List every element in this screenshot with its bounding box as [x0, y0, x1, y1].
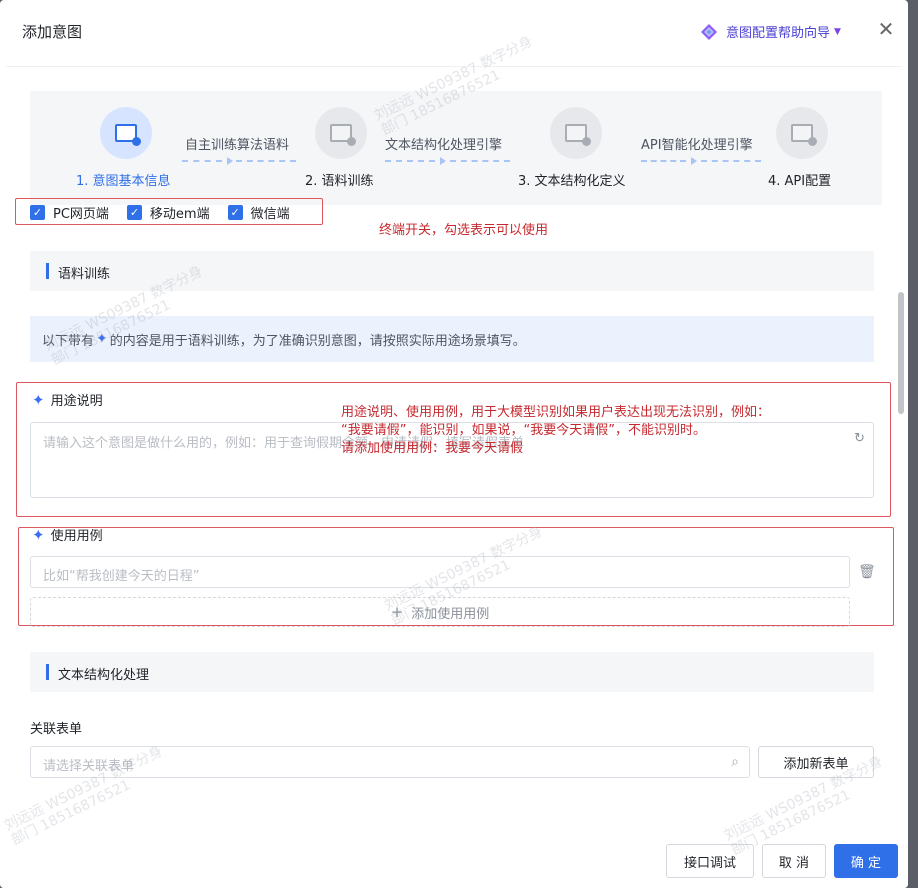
section-bar — [46, 664, 49, 680]
notice-prefix: 以下带有 — [42, 333, 95, 349]
checkbox-mobile-label: 移动em端 — [149, 207, 210, 222]
sparkle-icon: ✦ — [32, 525, 45, 544]
usage-label: ✦ 用途说明 — [32, 390, 103, 410]
terminal-checkboxes: ✓ PC网页端 ✓ 移动em端 ✓ 微信端 — [30, 203, 308, 222]
connector-1-label: 自主训练算法语料 — [185, 138, 290, 153]
example-input[interactable]: 比如“帮我创建今天的日程” — [30, 556, 850, 588]
caret-down-icon: ▼ — [834, 26, 841, 37]
form-placeholder: 请选择关联表单 — [43, 759, 135, 774]
section-text-title: 文本结构化处理 — [58, 668, 150, 683]
section-bar — [46, 263, 49, 279]
step-1-icon — [100, 107, 152, 159]
section-corpus-title: 语料训练 — [58, 267, 111, 282]
annotation-usage-line1: 用途说明、使用用例，用于大模型识别如果用户表达出现无法识别，例如： — [341, 405, 771, 420]
dialog-footer: 接口调试 取 消 确 定 — [0, 834, 908, 888]
connector-3-label: API智能化处理引擎 — [641, 138, 753, 153]
annotation-usage-line2: “我要请假”，能识别，如果说，“我要今天请假”，不能识别时。 — [341, 423, 706, 438]
checkbox-pc[interactable]: ✓ PC网页端 — [30, 203, 109, 222]
form-select[interactable]: 请选择关联表单 ⌕ — [30, 746, 750, 778]
connector-2-line-b — [450, 160, 510, 162]
close-icon[interactable]: ✕ — [876, 19, 896, 39]
refresh-icon[interactable]: ↻ — [854, 431, 865, 446]
help-wizard-link[interactable]: 意图配置帮助向导 ▼ — [700, 22, 841, 41]
connector-2-arrow — [440, 157, 446, 165]
connector-3-arrow — [691, 157, 697, 165]
step-4-icon — [776, 107, 828, 159]
check-icon: ✓ — [227, 205, 243, 220]
check-icon: ✓ — [126, 205, 142, 220]
usage-label-text: 用途说明 — [50, 394, 103, 409]
connector-1-line-b — [236, 160, 296, 162]
api-test-button[interactable]: 接口调试 — [666, 844, 754, 878]
annotation-usage-line3: 请添加使用用例：我要今天请假 — [341, 441, 524, 456]
plus-icon: + — [390, 603, 404, 621]
form-label: 关联表单 — [30, 722, 83, 737]
connector-3-line — [641, 160, 686, 162]
step-1-label[interactable]: 1. 意图基本信息 — [76, 170, 171, 189]
cancel-button[interactable]: 取 消 — [762, 844, 826, 878]
sparkle-icon: ✦ — [96, 331, 108, 347]
add-example-button[interactable]: + 添加使用用例 — [30, 597, 850, 627]
checkbox-mobile[interactable]: ✓ 移动em端 — [126, 203, 210, 222]
search-icon: ⌕ — [731, 754, 739, 770]
step-3-label[interactable]: 3. 文本结构化定义 — [518, 170, 626, 189]
example-label-text: 使用用例 — [50, 529, 103, 544]
checkbox-wechat-label: 微信端 — [250, 207, 290, 222]
step-2-label[interactable]: 2. 语料训练 — [305, 170, 374, 189]
sparkle-icon: ✦ — [32, 390, 45, 409]
connector-2-line — [385, 160, 435, 162]
example-label: ✦ 使用用例 — [32, 525, 103, 545]
section-text-header: 文本结构化处理 — [30, 652, 874, 692]
add-form-button[interactable]: 添加新表单 — [758, 746, 874, 778]
add-intent-dialog: 添加意图 意图配置帮助向导 ▼ ✕ 1. 意图基本信息 2. 语料训练 3. 文… — [0, 0, 908, 888]
help-wizard-label: 意图配置帮助向导 — [726, 26, 831, 41]
dialog-title: 添加意图 — [22, 23, 83, 41]
gem-icon — [701, 23, 717, 40]
corpus-notice: 以下带有 ✦ 的内容是用于语料训练，为了准确识别意图，请按照实际用途场景填写。 — [30, 316, 874, 362]
connector-1-arrow — [227, 157, 233, 165]
checkbox-pc-label: PC网页端 — [53, 207, 109, 222]
step-2-icon — [315, 107, 367, 159]
notice-suffix: 的内容是用于语料训练，为了准确识别意图，请按照实际用途场景填写。 — [109, 333, 526, 349]
connector-2-label: 文本结构化处理引擎 — [385, 138, 503, 153]
example-placeholder: 比如“帮我创建今天的日程” — [43, 569, 200, 584]
scrollbar[interactable] — [898, 292, 904, 414]
trash-icon[interactable]: 🗑 — [858, 564, 876, 580]
connector-1-line — [182, 160, 222, 162]
connector-3-line-b — [701, 160, 761, 162]
step-bar: 1. 意图基本信息 2. 语料训练 3. 文本结构化定义 4. API配置 自主… — [30, 91, 882, 205]
checkbox-wechat[interactable]: ✓ 微信端 — [227, 203, 290, 222]
step-3-icon — [550, 107, 602, 159]
confirm-button[interactable]: 确 定 — [834, 844, 898, 878]
annotation-terminal-note: 终端开关，勾选表示可以使用 — [379, 223, 549, 238]
add-example-label: 添加使用用例 — [411, 606, 490, 622]
dialog-header: 添加意图 意图配置帮助向导 ▼ ✕ — [0, 0, 908, 64]
section-corpus-header: 语料训练 — [30, 251, 874, 291]
step-4-label[interactable]: 4. API配置 — [768, 170, 831, 189]
check-icon: ✓ — [30, 205, 45, 220]
